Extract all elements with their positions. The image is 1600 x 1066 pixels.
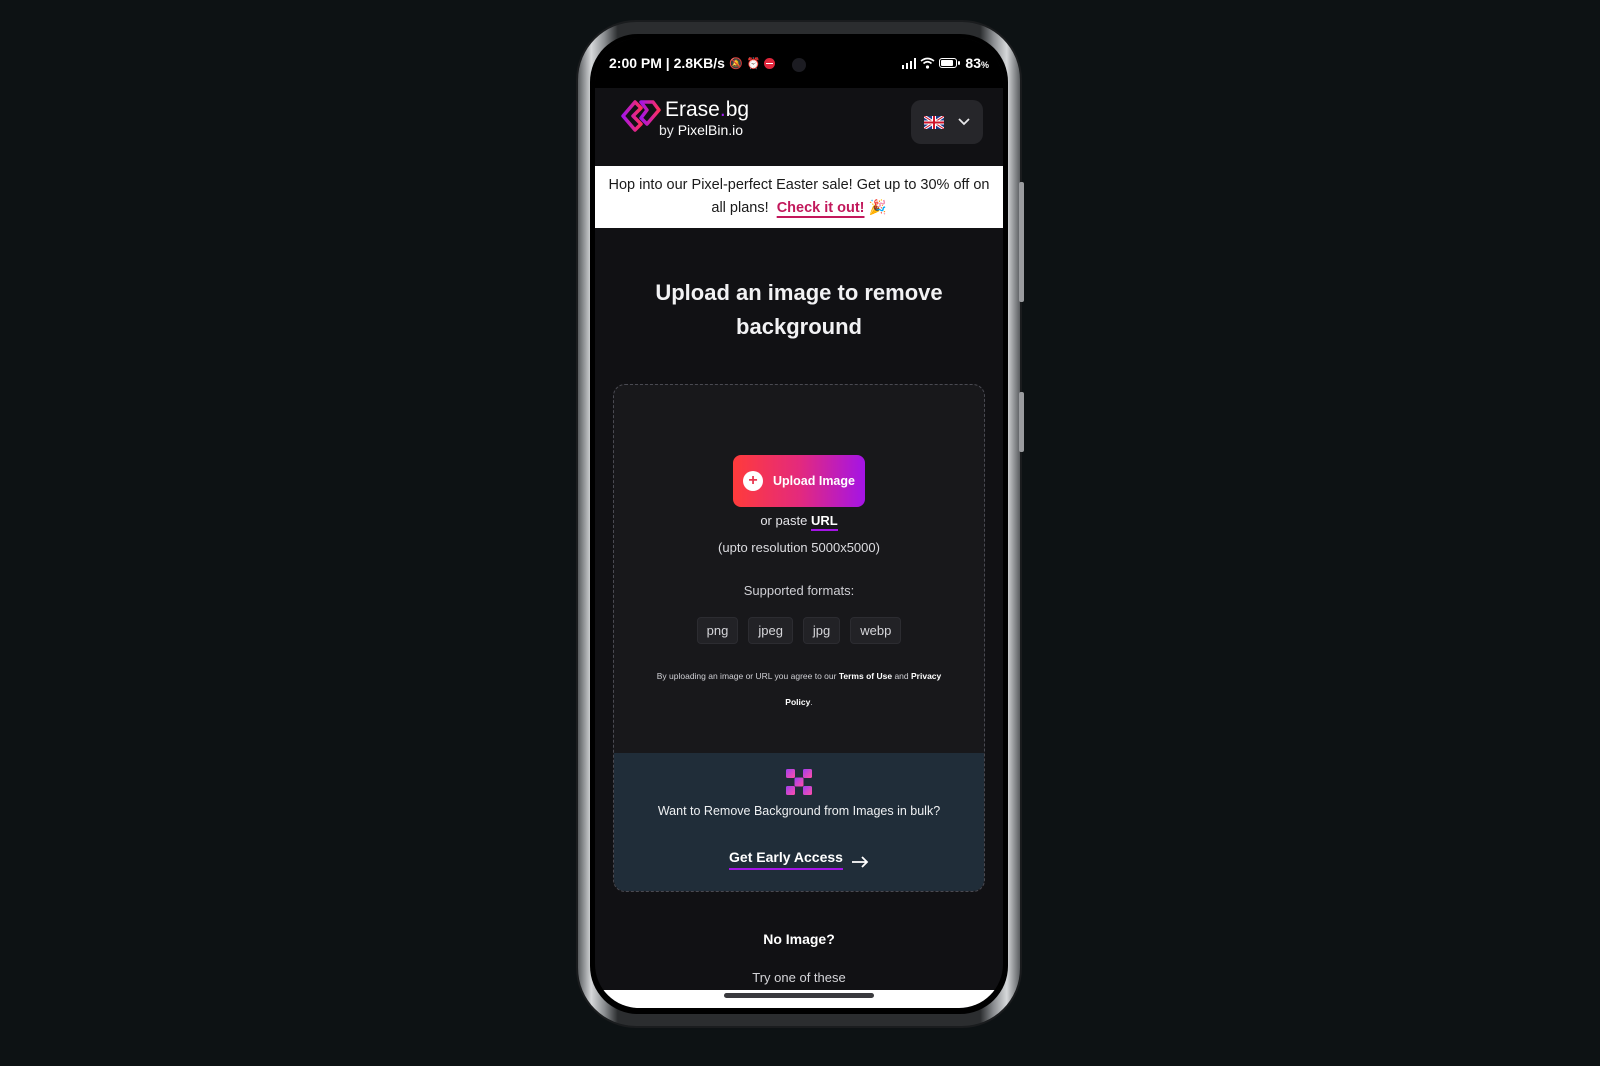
- phone-screen: 2:00 PM | 2.8KB/s 🔕 ⏰ 83% Erase.bg by Pi…: [595, 38, 1003, 1008]
- paste-url-link[interactable]: URL: [810, 513, 838, 531]
- erase-bg-logo-icon: [621, 100, 661, 132]
- uk-flag-icon: [924, 115, 944, 129]
- terms-prefix: By uploading an image or URL you agree t…: [656, 671, 837, 681]
- resolution-note: (upto resolution 5000x5000): [718, 540, 880, 555]
- party-popper-icon: 🎉: [868, 200, 887, 216]
- promo-banner: Hop into our Pixel-perfect Easter sale! …: [595, 166, 1003, 228]
- paste-url-line: or paste URL: [614, 513, 984, 531]
- terms-of-use-link[interactable]: Terms of Use: [839, 671, 892, 681]
- wifi-icon: [920, 57, 935, 69]
- format-chip: webp: [850, 617, 902, 644]
- page-title: Upload an image to remove background: [655, 280, 943, 339]
- terms-suffix: .: [810, 697, 813, 707]
- plus-icon: +: [743, 471, 764, 491]
- format-chip: jpeg: [748, 617, 793, 644]
- paste-prefix: or paste: [760, 513, 808, 528]
- phone-bezel: 2:00 PM | 2.8KB/s 🔕 ⏰ 83% Erase.bg by Pi…: [590, 34, 1008, 1014]
- status-time: 2:00 PM | 2.8KB/s: [609, 55, 725, 71]
- get-early-access-link[interactable]: Get Early Access: [729, 849, 843, 870]
- front-camera: [792, 58, 806, 72]
- logo-name: Erase.bg: [665, 98, 750, 121]
- logo-by-pixelbin: by PixelBin.io: [659, 122, 744, 138]
- home-indicator[interactable]: [724, 993, 874, 998]
- try-these-subheading: Try one of these: [752, 970, 846, 985]
- bulk-text: Want to Remove Background from Images in…: [657, 804, 941, 818]
- format-chip: jpg: [802, 617, 841, 644]
- promo-check-it-out-link[interactable]: Check it out!: [777, 200, 865, 216]
- phone-frame: 2:00 PM | 2.8KB/s 🔕 ⏰ 83% Erase.bg by Pi…: [578, 22, 1024, 1026]
- do-not-disturb-icon: [764, 57, 776, 69]
- site-header: Erase.bg by PixelBin.io: [595, 88, 1003, 158]
- volume-button: [1019, 182, 1024, 302]
- supported-formats-label: Supported formats:: [743, 583, 855, 598]
- terms-notice: By uploading an image or URL you agree t…: [654, 663, 944, 715]
- language-selector[interactable]: [911, 100, 983, 144]
- upload-image-label: Upload Image: [773, 474, 855, 488]
- status-bar: 2:00 PM | 2.8KB/s 🔕 ⏰ 83%: [595, 38, 1003, 88]
- arrow-right-icon[interactable]: [851, 855, 869, 868]
- battery-icon: [939, 58, 961, 68]
- upload-dropzone[interactable]: + Upload Image or paste URL (upto resolu…: [613, 384, 985, 892]
- chevron-down-icon: [958, 118, 970, 126]
- upload-image-button[interactable]: + Upload Image: [733, 455, 865, 507]
- signal-icon: [901, 57, 917, 69]
- format-chip: png: [696, 617, 739, 644]
- alarm-icon: ⏰: [746, 57, 761, 70]
- bulk-grid-icon: [786, 769, 812, 795]
- power-button: [1019, 392, 1024, 452]
- terms-and: and: [894, 671, 909, 681]
- no-image-heading: No Image?: [763, 931, 835, 947]
- logo[interactable]: Erase.bg by PixelBin.io: [621, 98, 749, 138]
- format-chips: png jpeg jpg webp: [614, 617, 984, 644]
- bulk-promo: Want to Remove Background from Images in…: [614, 753, 984, 891]
- mute-bell-icon: 🔕: [728, 57, 743, 70]
- battery-percent: 83%: [965, 55, 989, 71]
